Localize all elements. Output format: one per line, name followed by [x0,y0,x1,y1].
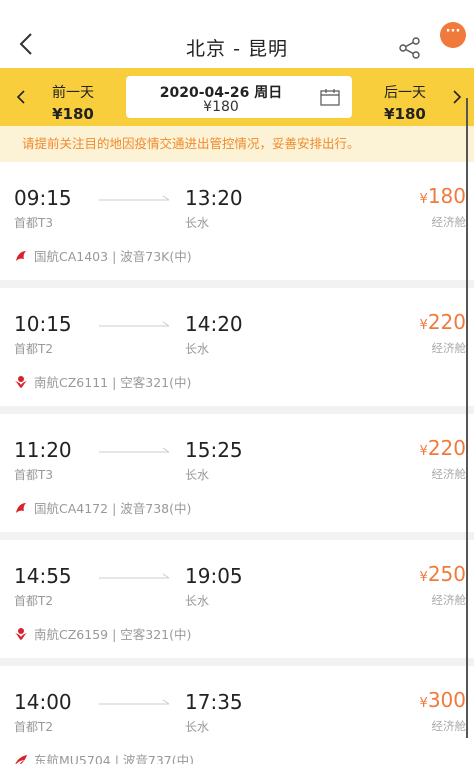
departure-airport: 首都T3 [14,216,53,230]
flight-item[interactable]: 11:20 首都T3 15:25 长水 ¥220 经济舱 国航CA4172 | … [0,414,474,532]
airline-info: 南航CZ6159 | 空客321(中) [14,624,191,643]
flight-item[interactable]: 10:15 首都T2 14:20 长水 ¥220 经济舱 南航CZ6111 | … [0,288,474,406]
flight-price: ¥220 [420,310,466,334]
next-day-label: 后一天 [384,85,426,101]
route-arrow-icon [99,321,169,327]
airline-info: 东航MU5704 | 波音737(中) [14,750,194,764]
airline-info: 南航CZ6111 | 空客321(中) [14,372,191,391]
departure-time: 11:20 [14,438,72,462]
airline-info: 国航CA1403 | 波音73K(中) [14,246,192,265]
selected-date-price: ¥180 [203,99,239,115]
arrival-time: 15:25 [185,438,243,462]
route-arrow-icon [99,573,169,579]
currency-symbol: ¥ [419,318,428,333]
more-menu-button[interactable]: ··· [440,22,466,48]
currency-symbol: ¥ [419,192,428,207]
departure-airport: 首都T2 [14,720,53,734]
china-southern-logo-icon [15,375,27,388]
prev-day-label: 前一天 [52,85,94,101]
arrival-airport: 长水 [185,720,210,734]
price-value: 220 [427,436,466,460]
departure-time: 14:00 [14,690,72,714]
flight-list: 09:15 首都T3 13:20 长水 ¥180 经济舱 国航CA1403 | … [0,162,474,764]
air-china-logo-icon [16,250,26,261]
currency-symbol: ¥ [419,570,428,585]
arrival-time: 19:05 [185,564,243,588]
departure-time: 09:15 [14,186,72,210]
cabin-class: 经济舱 [431,593,467,607]
arrival-airport: 长水 [185,216,210,230]
date-selector[interactable]: 2020-04-26 周日 ¥180 [126,76,352,118]
airline-flight-text: 国航CA4172 | 波音738(中) [34,501,192,516]
airline-flight-text: 东航MU5704 | 波音737(中) [34,753,195,764]
calendar-icon[interactable] [320,88,340,106]
arrival-time: 17:35 [185,690,243,714]
cabin-class: 经济舱 [431,341,467,355]
cabin-class: 经济舱 [431,467,467,481]
arrival-time: 13:20 [185,186,243,210]
departure-airport: 首都T2 [14,342,53,356]
airline-flight-text: 南航CZ6111 | 空客321(中) [34,375,192,390]
airline-info: 国航CA4172 | 波音738(中) [14,498,191,517]
price-value: 300 [427,688,466,712]
departure-time: 10:15 [14,312,72,336]
date-bar: 前一天 ¥180 2020-04-26 周日 ¥180 后一天 ¥180 [0,68,474,126]
flight-price: ¥180 [420,184,466,208]
share-icon[interactable] [398,36,422,60]
arrival-airport: 长水 [185,342,210,356]
departure-airport: 首都T3 [14,468,53,482]
next-day-arrow-icon[interactable] [452,90,462,104]
scrollbar[interactable] [466,98,468,738]
airline-flight-text: 南航CZ6159 | 空客321(中) [34,627,192,642]
prev-day-button[interactable]: 前一天 ¥180 [52,82,94,123]
china-eastern-logo-icon [15,754,27,764]
route-arrow-icon [99,447,169,453]
route-arrow-icon [99,699,169,705]
flight-item[interactable]: 14:00 首都T2 17:35 长水 ¥300 经济舱 东航MU5704 | … [0,666,474,764]
price-value: 250 [427,562,466,586]
china-southern-logo-icon [15,627,27,640]
departure-airport: 首都T2 [14,594,53,608]
nav-header: 北京 - 昆明 ··· [0,0,474,68]
currency-symbol: ¥ [419,696,428,711]
route-arrow-icon [99,195,169,201]
arrival-airport: 长水 [185,594,210,608]
flight-price: ¥250 [420,562,466,586]
flight-price: ¥300 [420,688,466,712]
cabin-class: 经济舱 [431,215,467,229]
currency-symbol: ¥ [419,444,428,459]
next-day-price: ¥180 [384,105,426,123]
prev-day-price: ¥180 [52,105,94,123]
flight-item[interactable]: 09:15 首都T3 13:20 长水 ¥180 经济舱 国航CA1403 | … [0,162,474,280]
arrival-time: 14:20 [185,312,243,336]
flight-item[interactable]: 14:55 首都T2 19:05 长水 ¥250 经济舱 南航CZ6159 | … [0,540,474,658]
air-china-logo-icon [16,502,26,513]
price-value: 220 [427,310,466,334]
travel-notice: 请提前关注目的地因疫情交通进出管控情况，妥善安排出行。 [0,126,474,162]
cabin-class: 经济舱 [431,719,467,733]
prev-day-arrow-icon[interactable] [16,90,26,104]
next-day-button[interactable]: 后一天 ¥180 [384,82,426,123]
airline-flight-text: 国航CA1403 | 波音73K(中) [34,249,192,264]
price-value: 180 [427,184,466,208]
departure-time: 14:55 [14,564,72,588]
flight-price: ¥220 [420,436,466,460]
arrival-airport: 长水 [185,468,210,482]
